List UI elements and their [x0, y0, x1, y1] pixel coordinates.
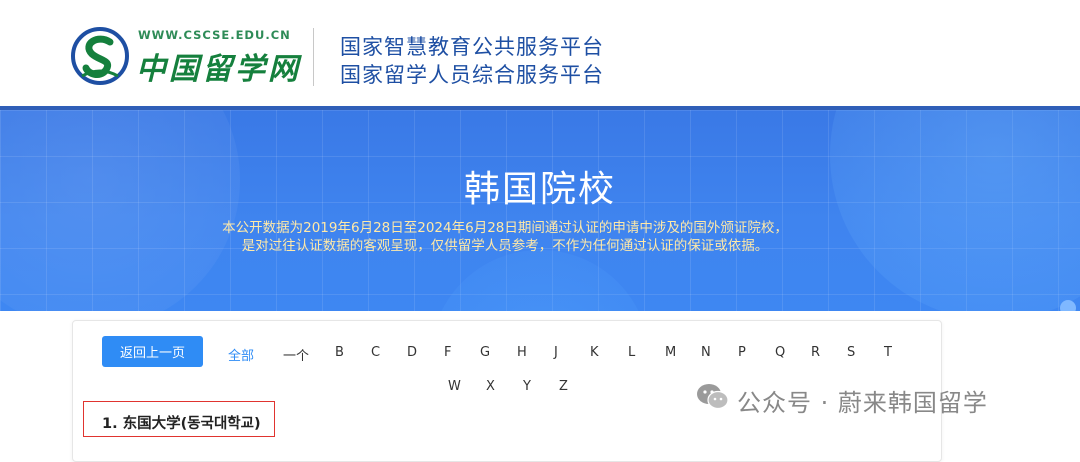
filter-letter-r[interactable]: R	[811, 345, 820, 360]
banner-description-2: 是对过往认证数据的客观呈现，仅供留学人员参考，不作为任何通过认证的保证或依据。	[241, 238, 769, 254]
logo-url: WWW.CSCSE.EDU.CN	[138, 28, 291, 42]
filter-letter-d[interactable]: D	[407, 345, 417, 360]
filter-letter-t[interactable]: T	[884, 345, 892, 360]
header-divider	[313, 28, 314, 86]
filter-letter-s[interactable]: S	[847, 345, 855, 360]
filter-letter-p[interactable]: P	[738, 345, 746, 360]
filter-letter-m[interactable]: M	[665, 345, 676, 360]
banner-description-1: 本公开数据为2019年6月28日至2024年6月28日期间通过认证的申请中涉及的…	[222, 220, 788, 236]
wechat-icon	[697, 384, 729, 410]
school-name[interactable]: 1. 东国大学(동국대학교)	[102, 412, 261, 433]
page-title: 韩国院校	[463, 169, 616, 210]
filter-letter-x[interactable]: X	[486, 379, 495, 394]
platform-title-2: 国家留学人员综合服务平台	[340, 63, 604, 87]
cscse-logo-icon[interactable]	[70, 26, 130, 86]
filter-letter-f[interactable]: F	[444, 345, 451, 360]
filter-letter-c[interactable]: C	[371, 345, 380, 360]
logo-name[interactable]: 中国留学网	[136, 44, 301, 88]
filter-letter-h[interactable]: H	[517, 345, 527, 360]
filter-letter-b[interactable]: B	[335, 345, 344, 360]
filter-letter-q[interactable]: Q	[775, 345, 785, 360]
banner-decor-dot	[1060, 300, 1076, 311]
filter-letter-y[interactable]: Y	[523, 379, 531, 394]
hero-banner: 韩国院校 本公开数据为2019年6月28日至2024年6月28日期间通过认证的申…	[0, 106, 1080, 311]
platform-title-1: 国家智慧教育公共服务平台	[340, 35, 604, 59]
school-list-item[interactable]: 1. 东国大学(동국대학교)	[83, 401, 275, 437]
site-header: WWW.CSCSE.EDU.CN 中国留学网 国家智慧教育公共服务平台 国家留学…	[0, 0, 1080, 106]
filter-letter-g[interactable]: G	[480, 345, 490, 360]
filter-letter-yi[interactable]: 一个	[283, 345, 309, 364]
filter-letter-l[interactable]: L	[628, 345, 635, 360]
filter-letter-z[interactable]: Z	[559, 379, 568, 394]
filter-all[interactable]: 全部	[228, 345, 254, 364]
filter-letter-j[interactable]: J	[554, 345, 558, 360]
filter-letter-n[interactable]: N	[701, 345, 711, 360]
filter-letter-w[interactable]: W	[448, 379, 461, 394]
filter-letter-k[interactable]: K	[590, 345, 599, 360]
back-button[interactable]: 返回上一页	[102, 336, 203, 367]
watermark-text: 公众号 · 蔚来韩国留学	[737, 389, 988, 417]
